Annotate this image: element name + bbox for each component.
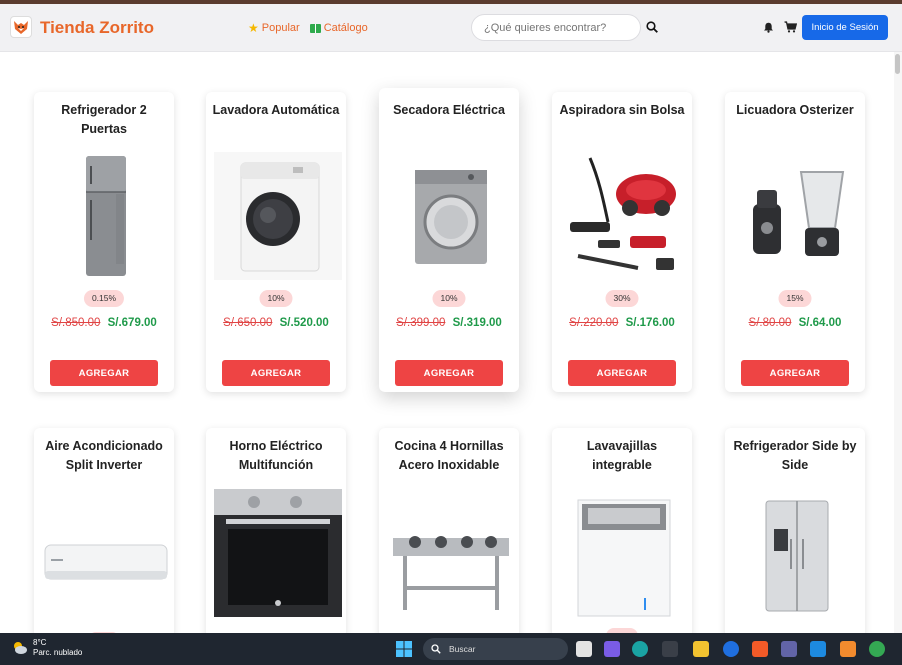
add-to-cart-button[interactable]: AGREGAR: [568, 360, 676, 386]
product-title: Lavavajillas integrable: [586, 439, 658, 472]
discount-badge: 15%: [778, 290, 812, 307]
product-title: Licuadora Osterizer: [736, 103, 854, 117]
edge-icon[interactable]: [632, 641, 648, 657]
os-taskbar: 8°C Parc. nublado Buscar: [0, 633, 902, 665]
add-to-cart-button[interactable]: AGREGAR: [50, 360, 158, 386]
new-price: S/.319.00: [452, 317, 502, 329]
product-card: Horno Eléctrico Multifunción: [206, 428, 346, 638]
chrome-icon[interactable]: [869, 641, 885, 657]
taskbar-search[interactable]: Buscar: [423, 638, 568, 660]
side-by-side-fridge-image: [733, 494, 861, 622]
add-to-cart-button[interactable]: AGREGAR: [741, 360, 849, 386]
vscode-icon[interactable]: [810, 641, 826, 657]
dishwasher-image: [560, 494, 688, 622]
new-price: S/.64.00: [798, 317, 842, 329]
fox-logo-icon[interactable]: [10, 16, 32, 38]
new-price: S/.520.00: [279, 317, 329, 329]
cart-icon[interactable]: [784, 21, 797, 33]
taskbar-search-label: Buscar: [449, 644, 476, 654]
old-price: S/.220.00: [569, 317, 619, 329]
product-title: Aire Acondicionado Split Inverter: [45, 439, 163, 472]
product-title: Secadora Eléctrica: [393, 103, 505, 117]
star-icon: ★: [248, 21, 259, 35]
page-scrollbar[interactable]: [894, 52, 902, 633]
main-nav: ★ Popular Catálogo: [248, 21, 368, 35]
scrollbar-thumb[interactable]: [895, 54, 900, 74]
nav-popular-label: Popular: [261, 22, 300, 34]
book-icon: [309, 23, 321, 33]
add-to-cart-button[interactable]: AGREGAR: [222, 360, 330, 386]
login-button[interactable]: Inicio de Sesión: [802, 15, 888, 40]
vacuum-image: [560, 152, 688, 280]
discount-badge: 10%: [432, 290, 466, 307]
nav-catalog[interactable]: Catálogo: [309, 21, 368, 35]
task-view-icon[interactable]: [576, 641, 592, 657]
old-price: S/.399.00: [396, 317, 446, 329]
product-card: Refrigerador Side by Side: [725, 428, 865, 638]
weather-widget[interactable]: 8°C Parc. nublado: [12, 638, 82, 658]
product-card: Licuadora Osterizer 15% S/.80.00 S/.64.0…: [725, 92, 865, 392]
dryer-image: [387, 152, 515, 280]
price-block: S/.850.00 S/.679.00: [34, 317, 174, 329]
discount-badge: 30%: [605, 290, 639, 307]
new-price: S/.176.00: [625, 317, 675, 329]
product-title: Refrigerador 2 Puertas: [61, 103, 147, 136]
discount-badge: 0.15%: [83, 290, 125, 307]
search-icon[interactable]: [646, 21, 658, 33]
product-card: Aire Acondicionado Split Inverter: [34, 428, 174, 638]
product-card: Lavavajillas integrable: [552, 428, 692, 638]
price-block: S/.80.00 S/.64.00: [725, 317, 865, 329]
site-header: Tienda Zorrito ★ Popular Catálogo Inicio…: [0, 4, 902, 52]
brave-icon[interactable]: [752, 641, 768, 657]
product-title: Aspiradora sin Bolsa: [559, 103, 685, 117]
weather-condition: Parc. nublado: [33, 648, 83, 657]
new-price: S/.679.00: [107, 317, 157, 329]
bell-icon[interactable]: [763, 22, 774, 33]
price-block: S/.220.00 S/.176.00: [552, 317, 692, 329]
meet-icon[interactable]: [604, 641, 620, 657]
store-icon[interactable]: [662, 641, 678, 657]
weather-cloud-icon: [14, 642, 27, 654]
product-title: Cocina 4 Hornillas Acero Inoxidable: [394, 439, 504, 472]
air-conditioner-image: [42, 536, 170, 590]
nav-catalog-label: Catálogo: [323, 22, 368, 34]
search-input[interactable]: [471, 14, 641, 41]
file-explorer-icon[interactable]: [693, 641, 709, 657]
product-card: Cocina 4 Hornillas Acero Inoxidable: [379, 428, 519, 638]
brand-name[interactable]: Tienda Zorrito: [40, 18, 154, 38]
product-card: Aspiradora sin Bolsa 30% S/.220.00 S/.17…: [552, 92, 692, 392]
old-price: S/.650.00: [223, 317, 273, 329]
add-to-cart-button[interactable]: AGREGAR: [395, 360, 503, 386]
product-title: Horno Eléctrico Multifunción: [229, 439, 323, 472]
product-card: Refrigerador 2 Puertas 0.15% S/.850.00 S…: [34, 92, 174, 392]
product-title: Refrigerador Side by Side: [733, 439, 857, 472]
windows-start-icon[interactable]: [396, 641, 412, 657]
old-price: S/.850.00: [51, 317, 101, 329]
washer-image: [214, 152, 342, 280]
stove-image: [387, 520, 515, 618]
teams-icon[interactable]: [781, 641, 797, 657]
price-block: S/.650.00 S/.520.00: [206, 317, 346, 329]
fridge-image: [42, 152, 170, 280]
oven-image: [214, 489, 342, 617]
xampp-icon[interactable]: [840, 641, 856, 657]
firefox-icon[interactable]: [723, 641, 739, 657]
price-block: S/.399.00 S/.319.00: [379, 317, 519, 329]
product-card: Lavadora Automática 10% S/.650.00 S/.520…: [206, 92, 346, 392]
product-card: Secadora Eléctrica 10% S/.399.00 S/.319.…: [379, 88, 519, 392]
discount-badge: 10%: [259, 290, 293, 307]
weather-temperature: 8°C: [33, 638, 47, 647]
nav-popular[interactable]: ★ Popular: [248, 21, 300, 35]
product-title: Lavadora Automática: [212, 103, 340, 117]
old-price: S/.80.00: [748, 317, 792, 329]
search-icon: [431, 644, 441, 654]
blender-image: [733, 152, 861, 280]
